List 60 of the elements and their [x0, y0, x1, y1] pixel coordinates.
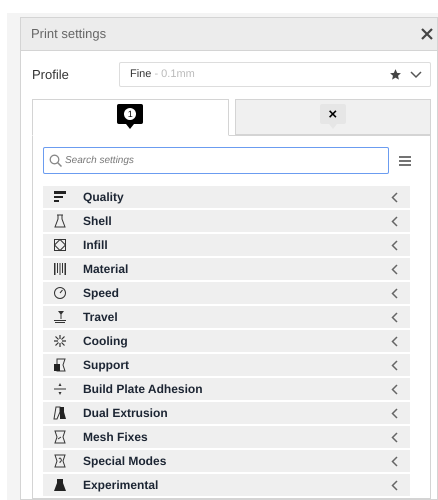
category-row[interactable]: Speed — [43, 282, 410, 304]
star-icon[interactable] — [389, 68, 402, 81]
fan-icon — [53, 334, 67, 348]
lines-icon — [53, 190, 67, 204]
category-label: Infill — [83, 237, 109, 254]
category-label: Cooling — [83, 333, 129, 350]
tab[interactable]: 1 — [32, 99, 228, 136]
category-label: Shell — [83, 213, 113, 230]
category-label: Material — [83, 261, 130, 278]
support-icon — [53, 358, 67, 372]
chevron-left-icon — [391, 264, 398, 274]
chevron-left-icon — [391, 480, 398, 490]
category-row[interactable]: Dual Extrusion — [43, 402, 410, 424]
category-row[interactable]: Cooling — [43, 330, 410, 352]
category-row[interactable]: Infill — [43, 234, 410, 256]
window-title: Print settings — [31, 25, 106, 44]
profile-label: Profile — [32, 66, 70, 84]
chevron-left-icon — [391, 360, 398, 370]
category-label: Special Modes — [83, 453, 168, 470]
chevron-left-icon — [391, 192, 398, 202]
category-label: Dual Extrusion — [83, 405, 169, 422]
chevron-left-icon — [391, 432, 398, 442]
bars-icon — [53, 262, 67, 276]
dual-flask-icon — [53, 406, 67, 420]
category-row[interactable]: Experimental — [43, 474, 410, 496]
category-row[interactable]: Quality — [43, 186, 410, 208]
search-icon — [49, 154, 62, 167]
chevron-left-icon — [391, 216, 398, 226]
menu-icon[interactable] — [399, 156, 411, 166]
category-label: Quality — [83, 189, 125, 206]
chevron-down-icon — [410, 70, 422, 78]
chevron-left-icon — [391, 456, 398, 466]
grid-icon — [53, 238, 67, 252]
chevron-left-icon — [391, 336, 398, 346]
category-label: Support — [83, 357, 130, 374]
category-row[interactable]: Special Modes — [43, 450, 410, 472]
category-row[interactable]: Build Plate Adhesion — [43, 378, 410, 400]
category-label: Experimental — [83, 477, 160, 494]
chevron-left-icon — [391, 312, 398, 322]
close-icon[interactable] — [421, 28, 433, 40]
tab[interactable]: × — [234, 99, 431, 135]
category-row[interactable]: Travel — [43, 306, 410, 328]
profile-value: Fine - 0.1mm — [130, 67, 196, 82]
chevron-left-icon — [391, 384, 398, 394]
chevron-left-icon — [391, 240, 398, 250]
category-label: Travel — [83, 309, 119, 326]
nozzle-icon — [53, 310, 67, 324]
gauge-icon — [53, 286, 67, 300]
category-label: Mesh Fixes — [83, 429, 149, 446]
category-row[interactable]: Material — [43, 258, 410, 280]
chevron-left-icon — [391, 408, 398, 418]
profile-dropdown[interactable]: Fine - 0.1mm — [119, 62, 431, 87]
search-field[interactable]: Search settings — [43, 147, 389, 174]
category-label: Build Plate Adhesion — [83, 381, 204, 398]
category-row[interactable]: Support — [43, 354, 410, 376]
adhesion-icon — [53, 382, 67, 396]
chevron-left-icon — [391, 288, 398, 298]
category-row[interactable]: Mesh Fixes — [43, 426, 410, 448]
category-row[interactable]: Shell — [43, 210, 410, 232]
category-label: Speed — [83, 285, 120, 302]
